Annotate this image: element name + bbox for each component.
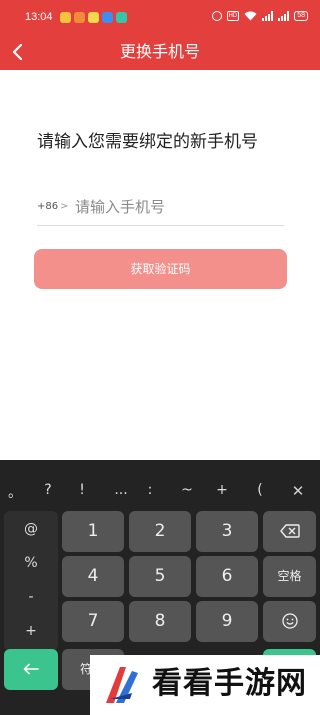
backspace-key[interactable] xyxy=(263,511,316,552)
country-code[interactable]: +86 xyxy=(37,201,58,212)
page: 13:04 HD 58 更换手机号 请输入您需要绑定的新手机号 +86 > 获取… xyxy=(0,0,320,715)
emoji-key[interactable] xyxy=(263,601,316,642)
status-indicators: HD 58 xyxy=(211,11,308,21)
symbol-key[interactable]: 。 xyxy=(3,482,27,502)
symbol-key[interactable]: ? xyxy=(36,482,60,498)
symbol-key[interactable]: ( xyxy=(248,482,272,498)
side-symbol-column: @ % - + xyxy=(4,511,58,651)
country-code-chevron-icon[interactable]: > xyxy=(60,201,68,212)
return-key[interactable] xyxy=(4,649,58,690)
app-notification-icon xyxy=(116,12,127,23)
app-header: 更换手机号 xyxy=(0,34,320,70)
status-time: 13:04 xyxy=(25,11,53,23)
digit-key-1[interactable]: 1 xyxy=(62,511,124,552)
watermark-text: 看看手游网 xyxy=(152,666,307,701)
watermark-logo-icon xyxy=(106,667,138,703)
symbol-key[interactable]: ~ xyxy=(175,482,199,498)
symbol-key[interactable]: : xyxy=(138,482,162,498)
watermark: 看看手游网 xyxy=(90,655,320,715)
digit-key-4[interactable]: 4 xyxy=(62,556,124,597)
digit-key-9[interactable]: 9 xyxy=(196,601,258,642)
digit-key-8[interactable]: 8 xyxy=(129,601,191,642)
close-keyboard-icon[interactable]: ✕ xyxy=(286,482,310,500)
notification-icons xyxy=(60,12,127,23)
signal-icon xyxy=(278,11,290,21)
status-bar: 13:04 HD 58 xyxy=(0,0,320,34)
digit-key-3[interactable]: 3 xyxy=(196,511,258,552)
arrow-left-icon xyxy=(23,663,39,675)
backspace-icon xyxy=(279,524,300,538)
signal-icon xyxy=(262,11,274,21)
digit-key-2[interactable]: 2 xyxy=(129,511,191,552)
app-notification-icon xyxy=(60,12,71,23)
side-symbol-key[interactable]: + xyxy=(4,615,58,647)
side-symbol-key[interactable]: @ xyxy=(4,513,58,545)
hd-icon: HD xyxy=(226,11,240,21)
app-notification-icon xyxy=(74,12,85,23)
symbol-row: 。 ? ! ... : ~ + ( ✕ xyxy=(0,460,320,505)
symbol-key[interactable]: ! xyxy=(70,482,94,498)
space-key[interactable]: 空格 xyxy=(263,556,316,597)
symbol-key[interactable]: + xyxy=(210,482,234,498)
symbol-key[interactable]: ... xyxy=(109,482,133,498)
battery-icon: 58 xyxy=(294,11,308,21)
app-notification-icon xyxy=(88,12,99,23)
page-title: 更换手机号 xyxy=(119,42,200,61)
instruction-text: 请输入您需要绑定的新手机号 xyxy=(37,132,258,152)
digit-key-5[interactable]: 5 xyxy=(129,556,191,597)
phone-input[interactable] xyxy=(75,195,275,219)
emoji-icon xyxy=(281,613,298,629)
side-symbol-key[interactable]: - xyxy=(4,581,58,613)
get-code-button[interactable]: 获取验证码 xyxy=(34,249,287,289)
digit-key-7[interactable]: 7 xyxy=(62,601,124,642)
digit-key-6[interactable]: 6 xyxy=(196,556,258,597)
phone-field-row: +86 > xyxy=(37,190,284,226)
wifi-icon xyxy=(244,11,257,21)
app-notification-icon xyxy=(102,12,113,23)
side-symbol-key[interactable]: % xyxy=(4,547,58,579)
alarm-icon xyxy=(211,11,222,21)
